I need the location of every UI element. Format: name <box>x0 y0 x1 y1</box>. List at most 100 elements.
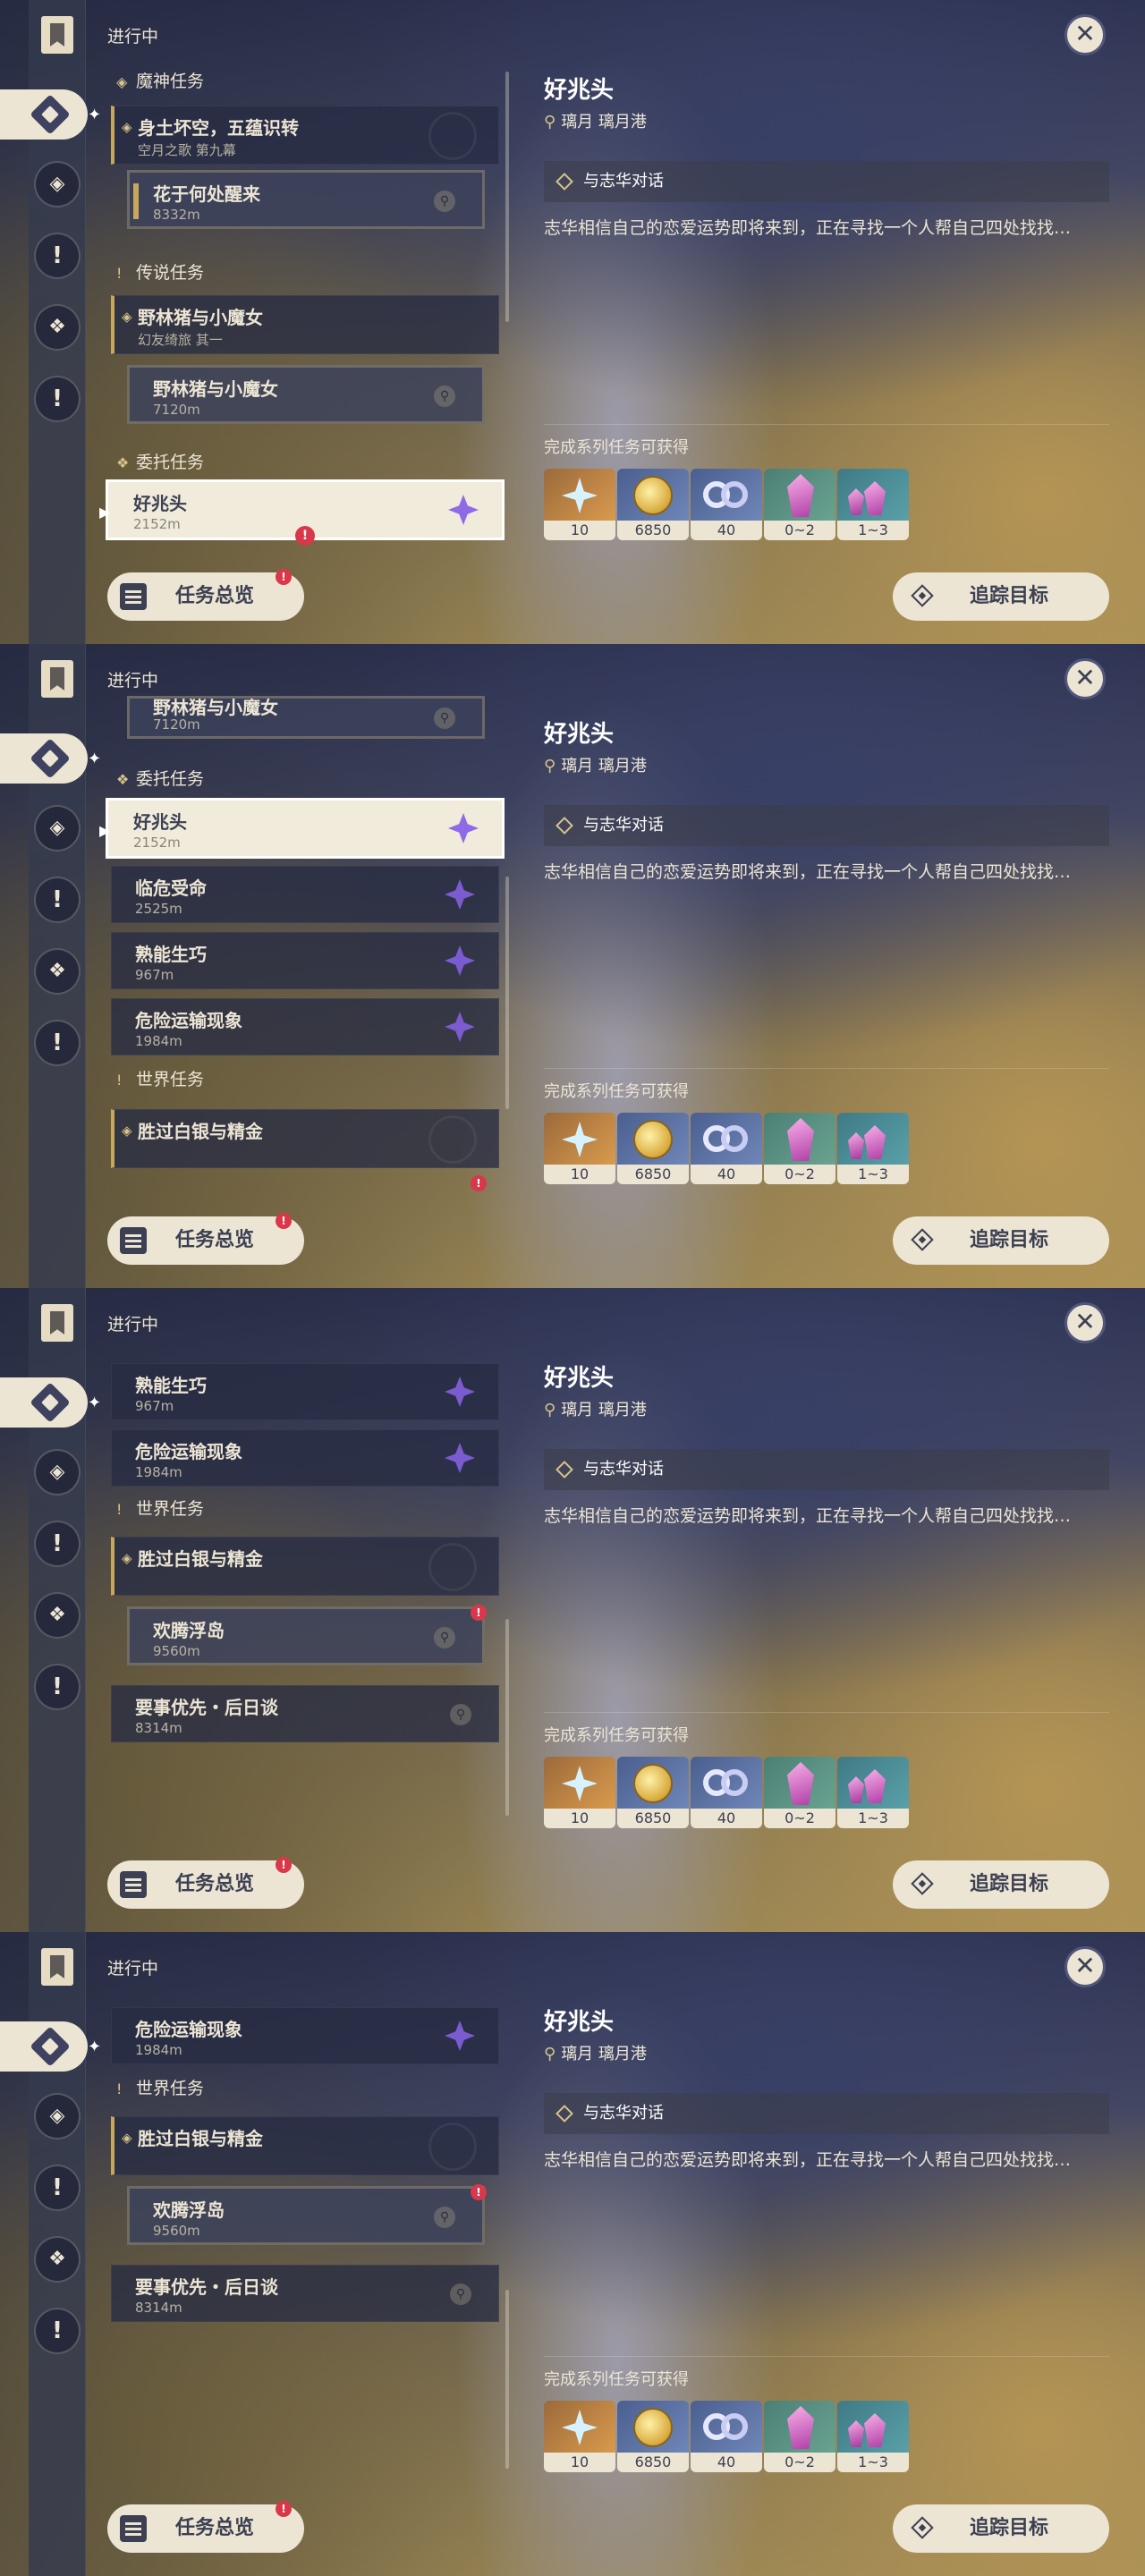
reward-ore-crystal[interactable]: 0~2 <box>764 1113 835 1184</box>
category-world: ! 世界任务 <box>116 1499 205 1519</box>
rail-tab-commission[interactable]: ❖ <box>34 2236 81 2283</box>
rail-tab-all-quests[interactable] <box>0 2021 88 2072</box>
quest-world-main[interactable]: ◈ 胜过白银与精金 <box>111 1537 499 1596</box>
button-label: 任务总览 <box>175 1229 255 1251</box>
location-pin-icon[interactable]: ⚲ <box>434 386 455 407</box>
rail-tab-story[interactable]: ! <box>34 1521 81 1567</box>
detail-title: 好兆头 <box>544 2009 615 2036</box>
reward-ore-crystal[interactable]: 0~2 <box>764 469 835 540</box>
rail-tab-archon[interactable]: ◈ <box>34 805 81 852</box>
quest-linwei[interactable]: 临危受命 2525m <box>111 866 499 923</box>
quest-shuneng[interactable]: 熟能生巧 967m <box>111 932 499 989</box>
quest-weixian[interactable]: 危险运输现象 1984m <box>111 2007 499 2064</box>
button-label: 追踪目标 <box>970 1873 1049 1895</box>
list-scrollbar[interactable] <box>505 2290 509 2469</box>
list-scrollbar[interactable] <box>505 877 509 1109</box>
alert-badge: ! <box>276 2501 292 2517</box>
location-pin-icon[interactable]: ⚲ <box>434 1627 455 1648</box>
reward-companionship-exp[interactable]: 40 <box>691 1113 762 1184</box>
close-button[interactable]: ✕ <box>1064 658 1106 699</box>
track-target-button[interactable]: 追踪目标 <box>893 2504 1109 2553</box>
quest-weixian[interactable]: 危险运输现象 1984m <box>111 998 499 1055</box>
quest-story-main[interactable]: ◈ 野林猪与小魔女 幻友绮旅 其一 <box>111 295 499 354</box>
quest-huanteng[interactable]: 欢腾浮岛 9560m ⚲ <box>127 1606 485 1665</box>
commission-gem-icon <box>445 1012 475 1042</box>
quest-overview-button[interactable]: 任务总览 <box>107 1860 304 1909</box>
quest-world-main[interactable]: ◈ 胜过白银与精金 <box>111 2116 499 2175</box>
rail-tab-commission[interactable]: ❖ <box>34 948 81 995</box>
quest-title: 危险运输现象 <box>135 2019 242 2040</box>
rail-tab-all-quests[interactable] <box>0 733 88 784</box>
rail-tab-all-quests[interactable] <box>0 89 88 140</box>
rail-tab-story[interactable]: ! <box>34 877 81 923</box>
reward-adventure-exp[interactable]: 10 <box>544 1113 615 1184</box>
rewards-label: 完成系列任务可获得 <box>544 1082 689 1101</box>
rail-tab-archon[interactable]: ◈ <box>34 2093 81 2140</box>
emblem-icon <box>428 1115 477 1164</box>
quest-overview-button[interactable]: 任务总览 <box>107 1216 304 1265</box>
reward-mora[interactable]: 6850 <box>617 469 689 540</box>
reward-companionship-exp[interactable]: 40 <box>691 469 762 540</box>
location-pin-icon[interactable]: ⚲ <box>434 2207 455 2228</box>
reward-ore-crystal-cluster[interactable]: 1~3 <box>837 469 909 540</box>
commission-gem-icon <box>445 1377 475 1407</box>
reward-ore-crystal-cluster[interactable]: 1~3 <box>837 1113 909 1184</box>
reward-ore-crystal[interactable]: 0~2 <box>764 1757 835 1828</box>
rail-tab-commission[interactable]: ❖ <box>34 1592 81 1639</box>
list-scrollbar[interactable] <box>505 72 509 322</box>
category-commission: ❖ 委托任务 <box>116 769 205 789</box>
reward-adventure-exp[interactable]: 10 <box>544 1757 615 1828</box>
list-scrollbar[interactable] <box>505 1619 509 1816</box>
quest-yaoshi[interactable]: 要事优先・后日谈 8314m ⚲ <box>111 2265 499 2322</box>
reward-companionship-exp[interactable]: 40 <box>691 2401 762 2472</box>
quest-shuneng[interactable]: 熟能生巧 967m <box>111 1363 499 1420</box>
track-target-button[interactable]: 追踪目标 <box>893 1860 1109 1909</box>
reward-mora[interactable]: 6850 <box>617 1113 689 1184</box>
quest-huanteng[interactable]: 欢腾浮岛 9560m ⚲ <box>127 2186 485 2245</box>
reward-ore-crystal-cluster[interactable]: 1~3 <box>837 2401 909 2472</box>
emblem-icon <box>428 2123 477 2171</box>
quest-overview-button[interactable]: 任务总览 <box>107 2504 304 2553</box>
quest-yaoshi[interactable]: 要事优先・后日谈 8314m ⚲ <box>111 1685 499 1742</box>
location-pin-icon[interactable]: ⚲ <box>434 191 455 212</box>
objective-icon <box>556 817 573 835</box>
rail-tab-story[interactable]: ! <box>34 233 81 279</box>
reward-adventure-exp[interactable]: 10 <box>544 469 615 540</box>
rail-tab-archon[interactable]: ◈ <box>34 161 81 208</box>
reward-ore-crystal-cluster[interactable]: 1~3 <box>837 1757 909 1828</box>
quest-title: 熟能生巧 <box>135 944 207 965</box>
quest-world-main[interactable]: ◈ 胜过白银与精金 <box>111 1109 499 1168</box>
button-label: 任务总览 <box>175 585 255 607</box>
location-pin-icon[interactable]: ⚲ <box>450 1704 471 1725</box>
category-label: 传说任务 <box>136 263 205 283</box>
rail-tab-world[interactable]: ! <box>34 376 81 422</box>
rail-tab-all-quests[interactable] <box>0 1377 88 1428</box>
quest-overview-button[interactable]: 任务总览 <box>107 572 304 621</box>
quest-archon-main[interactable]: ◈ 身土坏空，五蕴识转 空月之歌 第九幕 <box>111 106 499 165</box>
track-target-button[interactable]: 追踪目标 <box>893 1216 1109 1265</box>
reward-adventure-exp[interactable]: 10 <box>544 2401 615 2472</box>
track-target-button[interactable]: 追踪目标 <box>893 572 1109 621</box>
close-button[interactable]: ✕ <box>1064 1302 1106 1343</box>
quest-weixian[interactable]: 危险运输现象 1984m <box>111 1429 499 1487</box>
commission-gem-icon <box>445 945 475 976</box>
quest-story-step[interactable]: 野林猪与小魔女 7120m ⚲ <box>127 696 485 739</box>
close-button[interactable]: ✕ <box>1064 14 1106 55</box>
quest-haozhaotou-selected[interactable]: ▶ 好兆头 2152m <box>99 798 505 859</box>
location-pin-icon[interactable]: ⚲ <box>434 708 455 729</box>
rail-tab-world[interactable]: ! <box>34 1020 81 1066</box>
reward-ore-crystal[interactable]: 0~2 <box>764 2401 835 2472</box>
rail-tab-archon[interactable]: ◈ <box>34 1449 81 1496</box>
quest-archon-step[interactable]: 花于何处醒来 8332m ⚲ <box>127 170 485 229</box>
reward-companionship-exp[interactable]: 40 <box>691 1757 762 1828</box>
rail-tab-world[interactable]: ! <box>34 1664 81 1710</box>
rail-tab-commission[interactable]: ❖ <box>34 304 81 351</box>
location-pin-icon[interactable]: ⚲ <box>450 2284 471 2305</box>
reward-mora[interactable]: 6850 <box>617 1757 689 1828</box>
quest-story-step[interactable]: 野林猪与小魔女 7120m ⚲ <box>127 365 485 424</box>
rail-tab-world[interactable]: ! <box>34 2308 81 2354</box>
rail-tab-story[interactable]: ! <box>34 2165 81 2211</box>
reward-mora[interactable]: 6850 <box>617 2401 689 2472</box>
close-button[interactable]: ✕ <box>1064 1946 1106 1987</box>
quest-distance: 8314m <box>135 1720 182 1736</box>
